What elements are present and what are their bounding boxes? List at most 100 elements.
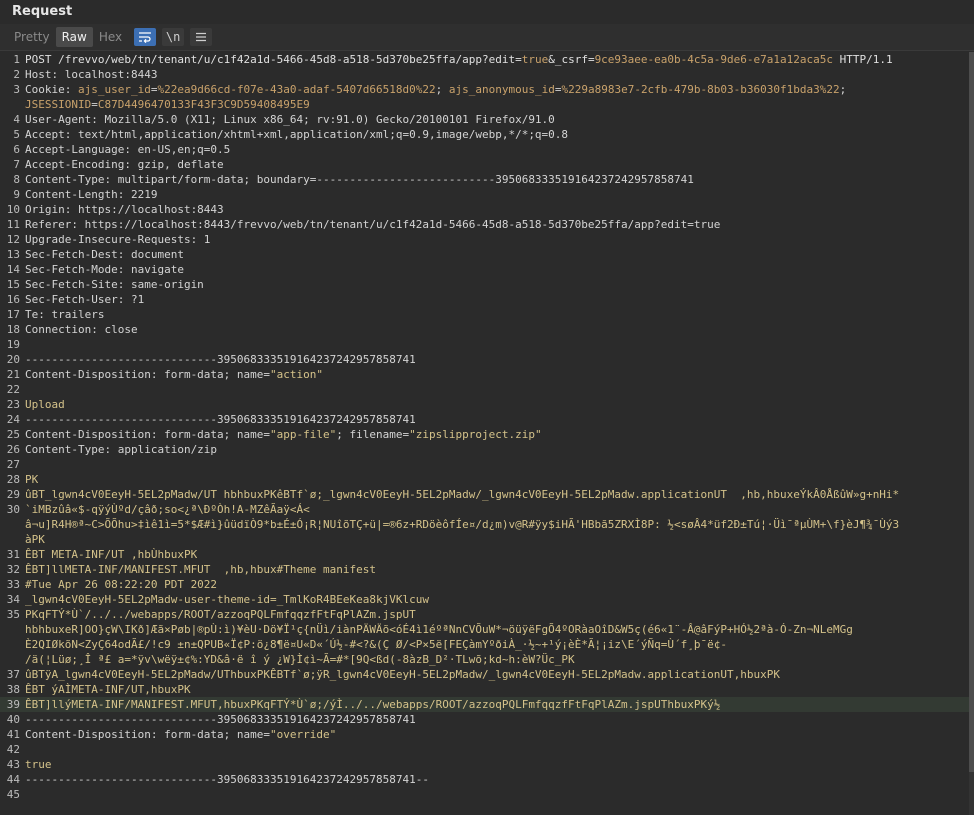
line-text: #Tue Apr 26 08:22:20 PDT 2022 <box>25 577 217 592</box>
line-text: Content-Type: multipart/form-data; bound… <box>25 172 694 187</box>
line-segment: hbhbuxeR]OO}çW\IKð]Æã×Pøb|®pÙ:ì)¥èU·Dö¥Ï… <box>25 623 853 636</box>
line-text: ÊBT]llMETA-INF/MANIFEST.MFUT ,hb,hbux#Th… <box>25 562 376 577</box>
line-segment: "override" <box>270 728 337 741</box>
line-segment: Content-Disposition: form-data; name= <box>25 728 271 741</box>
line-segment: Host: localhost:8443 <box>25 68 158 81</box>
newline-toggle-button[interactable]: \n <box>162 28 185 46</box>
line-segment: C87D4496470133F43F3C9D59408495E9 <box>97 98 310 111</box>
request-editor[interactable]: 1 POST /frevvo/web/tn/tenant/u/c1f42a1d-5… <box>0 52 969 815</box>
line-segment: Origin: https://localhost:8443 <box>25 203 224 216</box>
line-segment: â¬u]R4H®ª~C>ÕÕhu>‡ìê1ì=5*$Æ#ì}ûüdïÒ9*b±É… <box>25 518 900 531</box>
line-number: 43 <box>6 758 20 771</box>
line-segment: Content-Length: 2219 <box>25 188 158 201</box>
line-segment: ûBTÿA_lgwn4cV0EeyH-5EL2pMadw/UThbuxPKÊBT… <box>25 668 780 681</box>
line-segment: ÊBT ýAÌMETA-INF/UT,hbuxPK <box>25 683 191 696</box>
line-segment: "zipslipproject.zip" <box>409 428 542 441</box>
line-segment: ajs_user_id <box>77 83 151 96</box>
line-segment: _lgwn4cV0EeyH-5EL2pMadw-user-theme-id=_T… <box>25 593 429 606</box>
line-number: 15 <box>6 278 20 291</box>
line-text: Sec-Fetch-Mode: navigate <box>25 262 184 277</box>
request-line: 41 Content-Disposition: form-data; name="… <box>0 727 969 742</box>
line-number: 20 <box>6 353 20 366</box>
request-line: 19 <box>0 337 969 352</box>
request-line: hbhbuxeR]OO}çW\IKð]Æã×Pøb|®pÙ:ì)¥èU·Dö¥Ï… <box>0 622 969 637</box>
line-segment: Cookie: <box>25 83 78 96</box>
line-segment: Te: trailers <box>25 308 105 321</box>
request-line: 5 Accept: text/html,application/xhtml+xml… <box>0 127 969 142</box>
line-number: 8 <box>13 173 20 186</box>
line-number: 44 <box>6 773 20 786</box>
line-text: hbhbuxeR]OO}çW\IKð]Æã×Pøb|®pÙ:ì)¥èU·Dö¥Ï… <box>25 622 853 637</box>
request-line: 16 Sec-Fetch-User: ?1 <box>0 292 969 307</box>
line-text: Accept-Encoding: gzip, deflate <box>25 157 224 172</box>
line-text: Accept-Language: en-US,en;q=0.5 <box>25 142 230 157</box>
line-number: 4 <box>13 113 20 126</box>
line-segment: /ä(¦Lüø;¸Î ª£ a=*ÿv\wëÿ±¢%:YD&â·ë î ý ¿W… <box>25 653 575 666</box>
line-segment: POST /frevvo/web/tn/tenant/u/c1f42a1d-54… <box>25 53 522 66</box>
line-number: 27 <box>6 458 20 471</box>
line-text: `iMBzûâ«$-qÿýÙºd/çâð;so<¿ª\ÐºÒh!A-MZêÃaÿ… <box>25 502 310 517</box>
line-segment: ÊBT META-INF/UT ,hbÙhbuxPK <box>25 548 198 561</box>
line-segment: Upload <box>25 398 65 411</box>
request-line: 43 true <box>0 757 969 772</box>
line-number: 10 <box>6 203 20 216</box>
line-text: Content-Disposition: form-data; name="ov… <box>25 727 336 742</box>
vertical-scrollbar[interactable] <box>969 52 974 815</box>
line-text: Content-Disposition: form-data; name="ap… <box>25 427 542 442</box>
request-line: 45 <box>0 787 969 802</box>
line-segment: ; <box>435 83 449 96</box>
line-text: Host: localhost:8443 <box>25 67 157 82</box>
request-line: 11 Referer: https://localhost:8443/frevvo… <box>0 217 969 232</box>
line-segment: %22ea9d66cd-f07e-43a0-adaf-5407d66518d0%… <box>157 83 436 96</box>
line-text: Te: trailers <box>25 307 104 322</box>
line-text: Content-Type: application/zip <box>25 442 217 457</box>
line-segment: ÊBT]llýMETA-INF/MANIFEST.MFUT,hbuxPKqFTÝ… <box>25 698 721 711</box>
line-number: 14 <box>6 263 20 276</box>
line-segment: Upgrade-Insecure-Requests: 1 <box>25 233 211 246</box>
line-number <box>0 97 25 112</box>
panel-title: Request <box>0 0 974 24</box>
line-text: Content-Disposition: form-data; name="ac… <box>25 367 323 382</box>
line-segment: JSESSIONID <box>25 98 92 111</box>
line-text: Content-Length: 2219 <box>25 187 157 202</box>
line-segment: Sec-Fetch-Mode: navigate <box>25 263 184 276</box>
line-number: 40 <box>6 713 20 726</box>
line-number <box>0 652 25 667</box>
line-text: Sec-Fetch-User: ?1 <box>25 292 144 307</box>
line-number: 2 <box>13 68 20 81</box>
line-segment: ûBT_lgwn4cV0EeyH-5EL2pMadw/UT hbhbuxPKêB… <box>25 488 900 501</box>
line-segment: àPK <box>25 533 45 546</box>
request-line: 17 Te: trailers <box>0 307 969 322</box>
line-number: 45 <box>6 788 20 801</box>
request-line: 7 Accept-Encoding: gzip, deflate <box>0 157 969 172</box>
tab-raw[interactable]: Raw <box>55 27 93 47</box>
line-segment: "action" <box>270 368 324 381</box>
request-line: 21 Content-Disposition: form-data; name="… <box>0 367 969 382</box>
line-number: 28 <box>6 473 20 486</box>
menu-icon[interactable] <box>190 28 213 46</box>
line-segment: User-Agent: Mozilla/5.0 (X11; Linux x86_… <box>25 113 555 126</box>
line-number: 17 <box>6 308 20 321</box>
wrap-icon[interactable] <box>134 28 157 46</box>
request-line: 4 User-Agent: Mozilla/5.0 (X11; Linux x86… <box>0 112 969 127</box>
line-segment: Sec-Fetch-User: ?1 <box>25 293 145 306</box>
line-segment: Accept: text/html,application/xhtml+xml,… <box>25 128 569 141</box>
line-number <box>0 622 25 637</box>
line-segment: -----------------------------39506833351… <box>25 353 416 366</box>
request-line: 2 Host: localhost:8443 <box>0 67 969 82</box>
line-number: 25 <box>6 428 20 441</box>
line-number: 30 <box>6 503 20 516</box>
line-text: Upgrade-Insecure-Requests: 1 <box>25 232 210 247</box>
tab-pretty[interactable]: Pretty <box>8 27 56 47</box>
line-segment: true <box>521 53 549 66</box>
request-line: 33 #Tue Apr 26 08:22:20 PDT 2022 <box>0 577 969 592</box>
line-text: -----------------------------39506833351… <box>25 412 416 427</box>
scrollbar-thumb[interactable] <box>969 52 974 772</box>
line-text: Sec-Fetch-Dest: document <box>25 247 184 262</box>
line-text: Upload <box>25 397 65 412</box>
line-number: 18 <box>6 323 20 336</box>
line-number: 11 <box>6 218 20 231</box>
request-line: 44 -----------------------------395068333… <box>0 772 969 787</box>
line-text: /ä(¦Lüø;¸Î ª£ a=*ÿv\wëÿ±¢%:YD&â·ë î ý ¿W… <box>25 652 575 667</box>
tab-hex[interactable]: Hex <box>93 27 128 47</box>
